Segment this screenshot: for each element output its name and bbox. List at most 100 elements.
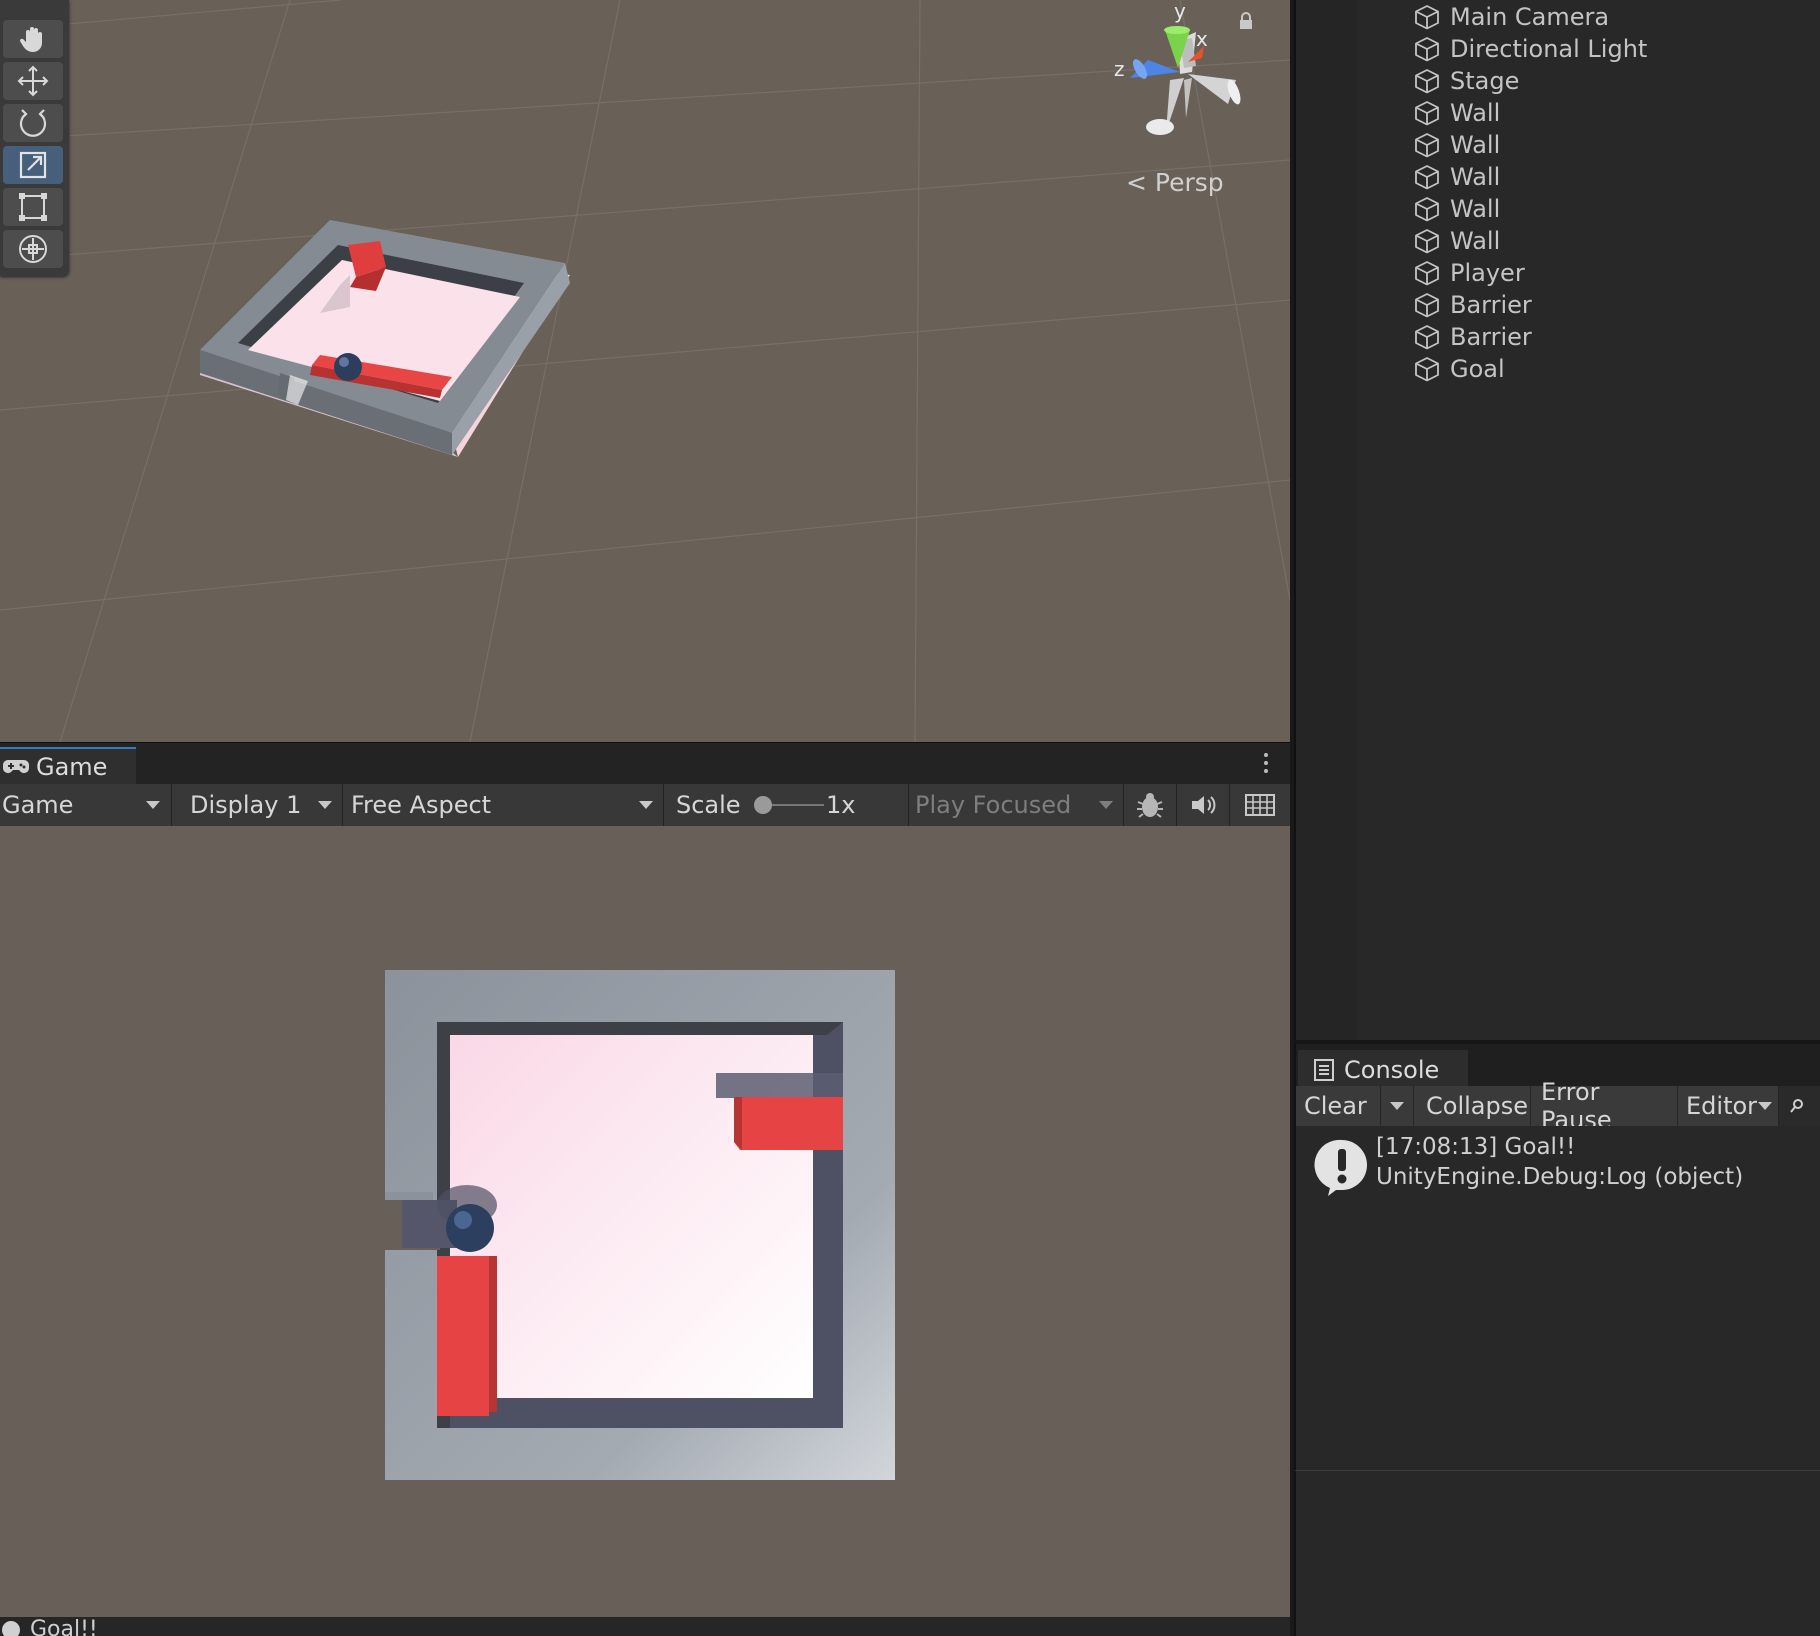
hierarchy-item-label: Barrier	[1450, 323, 1532, 351]
chevron-down-icon	[1758, 1102, 1772, 1110]
cube-icon	[1414, 196, 1440, 222]
editor-dropdown[interactable]: Editor	[1677, 1086, 1777, 1126]
hierarchy-item[interactable]: Wall	[1414, 161, 1500, 193]
hierarchy-item[interactable]: Wall	[1414, 225, 1500, 257]
editor-dropdown-label: Editor	[1686, 1092, 1758, 1120]
tab-game[interactable]: Game	[0, 747, 136, 785]
stage-model-3d[interactable]	[190, 205, 580, 470]
transform-icon	[19, 235, 47, 263]
hand-tool[interactable]	[3, 20, 63, 58]
gamepad-icon	[3, 760, 29, 773]
console-entry-stacktrace: UnityEngine.Debug:Log (object)	[1376, 1164, 1744, 1190]
move-icon	[17, 65, 49, 97]
hierarchy-item-label: Wall	[1450, 131, 1501, 159]
game-tab-bar: Game	[0, 742, 1290, 785]
move-tool[interactable]	[3, 62, 63, 100]
camera-mode-label: Persp	[1154, 168, 1224, 197]
tab-console-label: Console	[1344, 1056, 1440, 1084]
console-toolbar: Clear Collapse Error Pause Editor	[1294, 1078, 1820, 1134]
hierarchy-item[interactable]: Barrier	[1414, 321, 1532, 353]
scale-slider-handle[interactable]	[754, 796, 772, 814]
transform-tool[interactable]	[3, 230, 63, 268]
view-mode-dropdown[interactable]: Game	[0, 784, 170, 826]
speaker-icon	[1191, 796, 1215, 814]
rect-tool[interactable]	[3, 188, 63, 226]
barrier-left[interactable]	[437, 1256, 489, 1416]
orientation-gizmo[interactable]: y x z	[1100, 0, 1250, 145]
aspect-dropdown[interactable]: Free Aspect	[342, 784, 662, 826]
gizmos-toggle[interactable]	[1229, 784, 1290, 826]
status-bar-message: Goal!!	[30, 1617, 98, 1636]
cube-icon	[1414, 4, 1440, 30]
view-mode-value: Game	[2, 791, 74, 819]
gizmo-z-label: z	[1114, 57, 1125, 81]
hierarchy-item[interactable]: Wall	[1414, 193, 1500, 225]
barrier-right[interactable]	[734, 1097, 843, 1150]
chevron-down-icon	[318, 801, 332, 809]
chevron-down-icon	[146, 801, 160, 809]
game-view[interactable]	[0, 826, 1290, 1617]
hierarchy-panel: Main Camera Directional Light Stage Wall Wal…	[1294, 0, 1820, 1040]
tool-palette	[0, 0, 69, 276]
display-dropdown[interactable]: Display 1	[171, 784, 341, 826]
play-mode-value: Play Focused	[915, 791, 1072, 819]
hierarchy-item-label: Wall	[1450, 99, 1501, 127]
scene-view[interactable]: y x z < Persp	[0, 0, 1290, 742]
hierarchy-item[interactable]: Player	[1414, 257, 1525, 289]
lock-icon[interactable]	[1238, 12, 1254, 34]
player-ball[interactable]	[446, 1204, 494, 1252]
bug-icon	[1136, 793, 1163, 818]
display-value: Display 1	[190, 791, 302, 819]
rotate-tool[interactable]	[3, 104, 63, 142]
clear-options-dropdown[interactable]	[1380, 1086, 1412, 1126]
cube-icon	[1414, 260, 1440, 286]
hierarchy-item[interactable]: Directional Light	[1414, 33, 1647, 65]
status-bar[interactable]: Goal!!	[0, 1617, 1290, 1636]
info-icon	[2, 1621, 20, 1636]
search-icon	[1790, 1099, 1803, 1113]
collapse-button[interactable]: Collapse	[1413, 1086, 1529, 1126]
warning-bubble-icon	[1314, 1139, 1367, 1196]
play-mode-dropdown[interactable]: Play Focused	[908, 784, 1122, 826]
hierarchy-item[interactable]: Wall	[1414, 129, 1500, 161]
hierarchy-item[interactable]: Goal	[1414, 353, 1505, 385]
cube-icon	[1414, 356, 1440, 382]
keyboard-icon	[1245, 794, 1275, 816]
aspect-value: Free Aspect	[351, 791, 492, 819]
cube-icon	[1414, 164, 1440, 190]
gizmo-x-label: x	[1196, 27, 1208, 51]
kebab-menu-icon[interactable]	[1264, 753, 1268, 777]
cube-icon	[1414, 68, 1440, 94]
mute-audio-toggle[interactable]	[1176, 784, 1228, 826]
hierarchy-item-label: Wall	[1450, 163, 1501, 191]
hierarchy-item[interactable]: Barrier	[1414, 289, 1532, 321]
scale-value: 1x	[826, 791, 856, 819]
scale-tool[interactable]	[3, 146, 63, 184]
cube-icon	[1414, 292, 1440, 318]
tab-console[interactable]: Console	[1298, 1050, 1468, 1090]
chevron-left-icon: <	[1126, 168, 1147, 197]
tab-game-label: Game	[36, 753, 108, 781]
camera-projection-toggle[interactable]: < Persp	[1126, 168, 1224, 197]
chevron-down-icon	[1099, 801, 1113, 809]
cube-icon	[1414, 132, 1440, 158]
console-entry[interactable]: [17:08:13] Goal!! UnityEngine.Debug:Log …	[1296, 1126, 1820, 1206]
hierarchy-item-label: Player	[1450, 259, 1525, 287]
error-pause-button[interactable]: Error Pause	[1530, 1078, 1676, 1134]
stage-top-down	[385, 970, 895, 1480]
hierarchy-item[interactable]: Wall	[1414, 97, 1500, 129]
console-search-input[interactable]	[1778, 1086, 1820, 1126]
console-entry-message: [17:08:13] Goal!!	[1376, 1134, 1576, 1160]
cube-icon	[1414, 228, 1440, 254]
cube-icon	[1414, 36, 1440, 62]
clear-button-label: Clear	[1304, 1092, 1367, 1120]
clear-button[interactable]: Clear	[1304, 1086, 1378, 1126]
stats-toggle[interactable]	[1123, 784, 1175, 826]
rotate-icon	[19, 109, 47, 137]
hierarchy-item[interactable]: Main Camera	[1414, 1, 1609, 33]
scale-label: Scale	[676, 791, 741, 819]
scale-slider-track[interactable]	[764, 804, 824, 806]
hierarchy-item[interactable]: Stage	[1414, 65, 1519, 97]
console-icon	[1314, 1059, 1334, 1081]
hierarchy-item-label: Directional Light	[1450, 35, 1648, 63]
